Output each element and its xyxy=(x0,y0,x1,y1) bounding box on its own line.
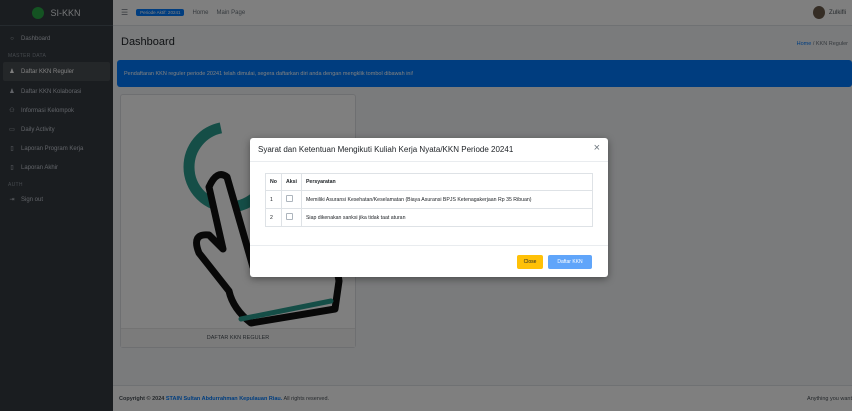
row-requirement: Memiliki Asuransi Kesehatan/Keselamatan … xyxy=(300,190,594,209)
terms-modal: Syarat dan Ketentuan Mengikuti Kuliah Ke… xyxy=(250,138,608,277)
daftar-kkn-button[interactable]: Daftar KKN xyxy=(548,255,592,269)
table-row: 2 Siap dikenakan sanksi jika tidak taat … xyxy=(265,208,594,227)
modal-title: Syarat dan Ketentuan Mengikuti Kuliah Ke… xyxy=(258,145,514,154)
close-icon[interactable]: × xyxy=(594,142,600,154)
row-number: 2 xyxy=(265,208,282,227)
column-header-persyaratan: Persyaratan xyxy=(300,173,594,191)
row-number: 1 xyxy=(265,190,282,209)
modal-footer-divider xyxy=(250,245,608,246)
table-row: 1 Memiliki Asuransi Kesehatan/Keselamata… xyxy=(265,190,594,209)
terms-checkbox-2[interactable] xyxy=(286,213,293,220)
row-requirement: Siap dikenakan sanksi jika tidak taat at… xyxy=(300,208,594,227)
column-header-no: No xyxy=(265,173,282,191)
modal-header: Syarat dan Ketentuan Mengikuti Kuliah Ke… xyxy=(250,138,608,162)
terms-table: No Aksi Persyaratan 1 Memiliki Asuransi … xyxy=(265,173,594,227)
column-header-aksi: Aksi xyxy=(281,173,302,191)
close-button[interactable]: Close xyxy=(517,255,543,269)
terms-checkbox-1[interactable] xyxy=(286,195,293,202)
table-header-row: No Aksi Persyaratan xyxy=(265,173,594,191)
